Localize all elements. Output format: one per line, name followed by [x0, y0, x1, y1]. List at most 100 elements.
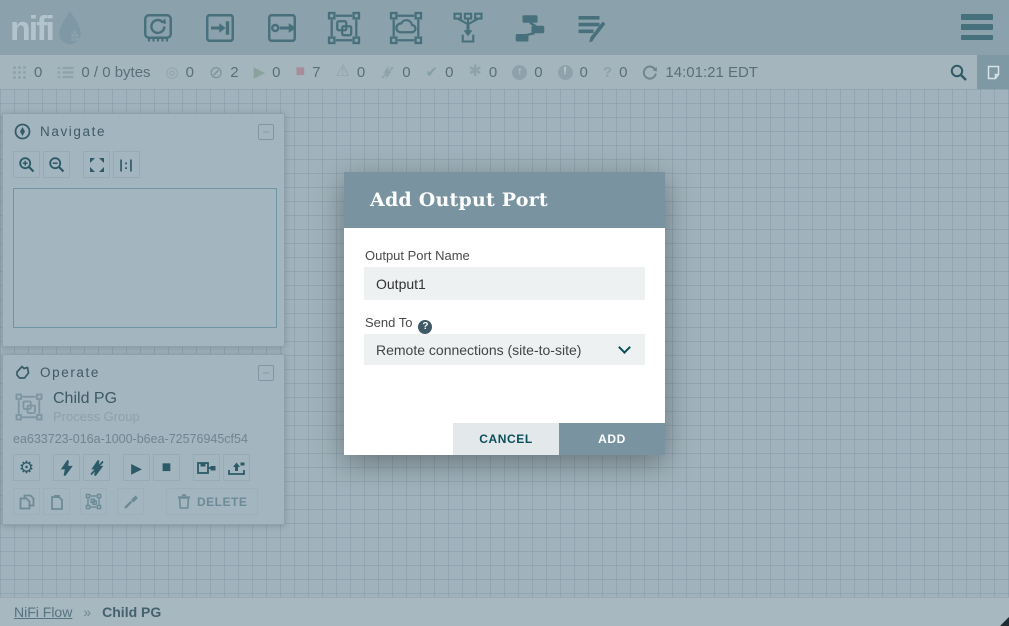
page-corner — [1000, 617, 1009, 626]
gear-icon: ⚙ — [19, 459, 34, 476]
refresh-icon[interactable] — [642, 64, 658, 80]
process-group-icon — [326, 10, 362, 46]
zoom-actual-size-button[interactable]: |:| — [113, 151, 140, 178]
locally-modified-stale-icon: ! — [558, 65, 573, 80]
dialog-buttons: CANCEL ADD — [453, 423, 665, 455]
stat-value: 0 — [357, 64, 365, 81]
breadcrumb-separator: » — [83, 604, 91, 620]
stat-value: 0 — [402, 64, 410, 81]
stat-value: 0 — [534, 64, 542, 81]
collapse-operate-button[interactable]: − — [258, 365, 274, 381]
delete-button-label: DELETE — [197, 495, 247, 509]
new-label-button[interactable] — [572, 6, 611, 50]
navigate-toolbar: |:| — [13, 151, 284, 178]
breadcrumb: NiFi Flow » Child PG — [14, 604, 161, 620]
delete-button[interactable]: DELETE — [166, 488, 258, 515]
stale-icon: ↑ — [512, 65, 527, 80]
status-bar-right — [939, 55, 1009, 89]
new-funnel-button[interactable] — [448, 6, 487, 50]
nifi-logo-text: nifi — [10, 12, 53, 46]
configuration-button[interactable]: ⚙ — [13, 454, 40, 481]
start-button[interactable]: ▶ — [123, 454, 150, 481]
operate-panel-title: Operate — [40, 365, 258, 380]
stop-icon: ■ — [162, 460, 172, 476]
hamburger-icon — [961, 14, 993, 20]
flow-status: 0 0 / 0 bytes ◎ 0 ⊘ 2 ▶ 0 ■ 7 ⚠ 0 — [12, 64, 939, 81]
breadcrumb-root-link[interactable]: NiFi Flow — [14, 604, 72, 620]
label-icon — [574, 10, 610, 46]
queued-icon — [57, 65, 74, 80]
disable-button[interactable] — [83, 454, 110, 481]
stat-transmitting: ◎ 0 — [166, 64, 194, 81]
stat-sync-failure: ? 0 — [603, 64, 628, 81]
help-icon: ? — [418, 320, 432, 334]
stat-up-to-date: ✔ 0 — [426, 64, 454, 81]
stat-stale: ↑ 0 — [512, 64, 542, 81]
stat-locally-modified: ✱ 0 — [468, 64, 497, 81]
zoom-out-button[interactable] — [43, 151, 70, 178]
stat-disabled: 0 — [380, 64, 410, 81]
invalid-icon: ⚠ — [336, 64, 350, 80]
new-processor-button[interactable] — [138, 6, 177, 50]
zoom-out-icon — [48, 156, 66, 174]
cancel-button[interactable]: CANCEL — [453, 423, 559, 455]
new-input-port-button[interactable] — [200, 6, 239, 50]
zoom-fit-button[interactable] — [83, 151, 110, 178]
output-port-name-input[interactable] — [364, 267, 645, 300]
top-toolbar: nifi — [0, 0, 1009, 55]
nifi-logo: nifi — [10, 10, 120, 46]
breadcrumb-current: Child PG — [102, 604, 161, 620]
copy-icon — [19, 494, 35, 510]
search-icon — [949, 63, 968, 82]
search-button[interactable] — [939, 55, 977, 89]
upload-template-button[interactable] — [223, 454, 250, 481]
global-menu-button[interactable] — [961, 14, 993, 40]
stat-invalid: ⚠ 0 — [336, 64, 366, 81]
new-template-button[interactable] — [510, 6, 549, 50]
zoom-in-button[interactable] — [13, 151, 40, 178]
nifi-droplet-icon — [55, 10, 85, 46]
fit-icon — [88, 156, 106, 174]
enable-button[interactable] — [53, 454, 80, 481]
stat-value: 0 — [619, 64, 627, 81]
navigate-panel-header: Navigate − — [3, 114, 284, 146]
send-to-label: Send To — [365, 315, 412, 330]
play-icon: ▶ — [131, 461, 142, 475]
group-button[interactable] — [80, 488, 107, 515]
change-color-button[interactable] — [117, 488, 144, 515]
stat-active-threads: 0 — [12, 64, 42, 81]
new-remote-process-group-button[interactable] — [386, 6, 425, 50]
bulletin-board-button[interactable] — [977, 55, 1009, 89]
upload-template-icon — [227, 460, 246, 476]
document-icon — [985, 64, 1002, 81]
stop-button[interactable]: ■ — [153, 454, 180, 481]
output-port-icon — [264, 10, 300, 46]
selected-component-card: Child PG Process Group — [3, 387, 284, 424]
save-template-icon — [197, 460, 216, 476]
selected-component-name: Child PG — [53, 390, 140, 408]
operate-panel: Operate − Child PG Process Group ea63372… — [2, 354, 285, 525]
new-output-port-button[interactable] — [262, 6, 301, 50]
birdseye-minimap[interactable] — [13, 188, 277, 328]
trash-icon — [177, 494, 191, 509]
stat-not-transmitting: ⊘ 2 — [209, 64, 239, 81]
processor-icon — [140, 10, 176, 46]
stat-value: 0 — [445, 64, 453, 81]
operate-actions-row-2: DELETE — [13, 488, 284, 515]
stat-value: 7 — [312, 64, 320, 81]
collapse-navigate-button[interactable]: − — [258, 124, 274, 140]
dialog-title: Add Output Port — [370, 189, 548, 211]
send-to-label-row: Send To? — [365, 315, 432, 334]
process-group-icon — [13, 392, 45, 422]
hand-icon — [14, 364, 31, 381]
lightning-icon — [59, 460, 74, 476]
new-process-group-button[interactable] — [324, 6, 363, 50]
add-button[interactable]: ADD — [559, 423, 665, 455]
paste-icon — [49, 494, 65, 510]
send-to-selected-value: Remote connections (site-to-site) — [376, 342, 581, 358]
template-icon — [512, 10, 548, 46]
paste-button[interactable] — [43, 488, 70, 515]
save-template-button[interactable] — [193, 454, 220, 481]
copy-button[interactable] — [13, 488, 40, 515]
send-to-select[interactable]: Remote connections (site-to-site) — [364, 334, 645, 365]
